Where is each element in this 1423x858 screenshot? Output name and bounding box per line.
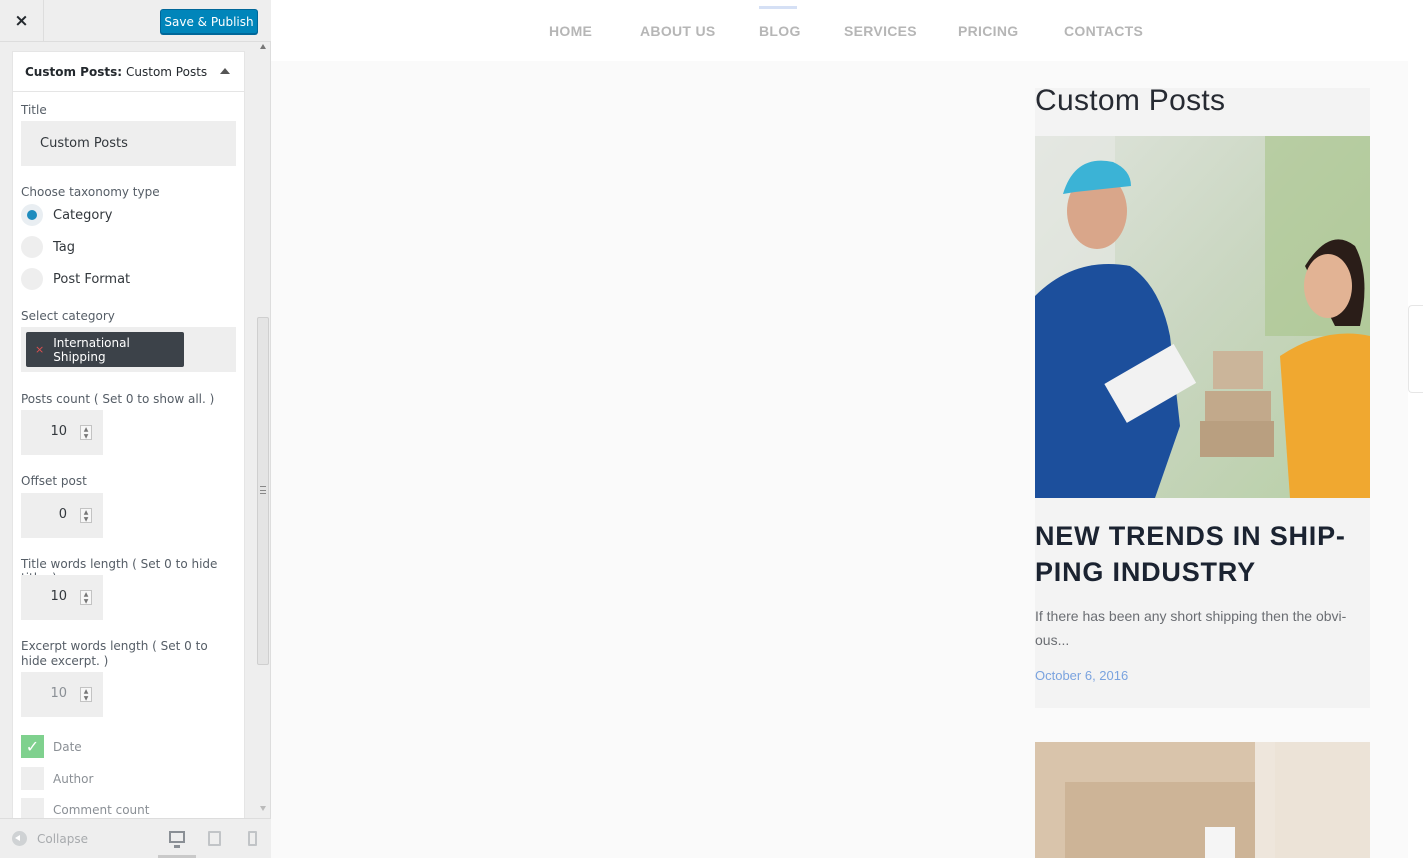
second-post-image[interactable]: [1035, 742, 1370, 858]
post-title-line[interactable]: NEW TRENDS IN SHIP-: [1035, 518, 1370, 554]
offset-value: 0: [58, 507, 67, 522]
checkbox-date-label: Date: [53, 739, 82, 754]
taxonomy-label: Choose taxonomy type: [21, 185, 160, 199]
radio-tag[interactable]: Tag: [21, 236, 75, 258]
scrollbar-thumb[interactable]: [257, 317, 269, 665]
post-title-line[interactable]: PING INDUSTRY: [1035, 554, 1370, 590]
collapse-arrow-icon[interactable]: [220, 68, 230, 74]
radio-category[interactable]: Category: [21, 204, 112, 226]
nav-blog[interactable]: BLOG: [759, 23, 801, 39]
scroll-up-icon[interactable]: [260, 44, 266, 49]
radio-post-format[interactable]: Post Format: [21, 268, 130, 290]
category-select[interactable]: × International Shipping: [21, 327, 236, 372]
excerpt-words-label: Excerpt words length ( Set 0 to hide exc…: [21, 639, 208, 668]
posts-count-value: 10: [50, 424, 67, 439]
checkbox-author-label: Author: [53, 771, 94, 786]
category-chip-label: International Shipping: [53, 335, 130, 364]
customizer-sidebar: × Save & Publish Custom Posts: Custom Po…: [0, 0, 271, 858]
desktop-preview-icon[interactable]: [169, 831, 185, 848]
collapse-icon: [12, 831, 27, 846]
resize-handle[interactable]: [1408, 305, 1423, 393]
offset-stepper[interactable]: 0 ▲ ▼: [21, 493, 103, 538]
radio-icon[interactable]: [21, 268, 43, 290]
offset-label: Offset post: [21, 474, 87, 488]
save-publish-button[interactable]: Save & Publish: [160, 9, 258, 34]
mobile-preview-icon[interactable]: [248, 831, 257, 846]
checkbox-comment-count-label: Comment count: [53, 802, 150, 817]
close-icon[interactable]: ×: [0, 0, 44, 42]
post-excerpt-line: If there has been any short shipping the…: [1035, 608, 1347, 624]
nav-services[interactable]: SERVICES: [844, 23, 917, 39]
title-input[interactable]: Custom Posts: [21, 121, 236, 166]
scroll-down-icon[interactable]: [260, 806, 266, 811]
nav-about-us[interactable]: ABOUT US: [640, 23, 716, 39]
site-preview: HOME ABOUT US BLOG SERVICES PRICING CONT…: [271, 0, 1423, 858]
remove-icon[interactable]: ×: [35, 343, 44, 356]
radio-category-label: Category: [53, 207, 113, 223]
title-label: Title: [21, 103, 47, 117]
widget-panel: Custom Posts: Custom Posts Title Custom …: [12, 51, 245, 821]
widget-type-label: Custom Posts:: [25, 64, 123, 79]
post-excerpt: If there has been any short shipping the…: [1035, 604, 1370, 652]
post-image[interactable]: [1035, 136, 1370, 498]
post-title[interactable]: NEW TRENDS IN SHIP- PING INDUSTRY: [1035, 518, 1370, 590]
post-date-link[interactable]: October 6, 2016: [1035, 668, 1128, 683]
customizer-header: × Save & Publish: [0, 0, 271, 42]
tablet-preview-icon[interactable]: [208, 831, 221, 846]
spinner-icon[interactable]: ▲ ▼: [80, 425, 92, 440]
checkmark-icon[interactable]: ✓: [21, 735, 44, 758]
category-chip: × International Shipping: [26, 332, 184, 367]
site-header: HOME ABOUT US BLOG SERVICES PRICING CONT…: [271, 0, 1408, 61]
category-label: Select category: [21, 309, 115, 323]
title-words-value: 10: [50, 589, 67, 604]
checkbox-date[interactable]: ✓ Date: [21, 735, 82, 758]
radio-post-format-label: Post Format: [53, 271, 131, 287]
customizer-footer: Collapse: [0, 818, 271, 858]
radio-tag-label: Tag: [53, 239, 76, 255]
checkbox-icon[interactable]: [21, 767, 44, 790]
sidebar-scrollbar[interactable]: [256, 42, 270, 815]
nav-home[interactable]: HOME: [549, 23, 592, 39]
spinner-icon[interactable]: ▲ ▼: [80, 687, 92, 702]
spinner-icon[interactable]: ▲ ▼: [80, 508, 92, 523]
grip-icon: [260, 486, 266, 494]
widget-name: Custom Posts: [126, 64, 208, 79]
nav-active-indicator: [759, 6, 797, 9]
nav-pricing[interactable]: PRICING: [958, 23, 1018, 39]
collapse-label: Collapse: [37, 831, 88, 846]
widget-title: Custom Posts: [1035, 84, 1226, 117]
excerpt-words-value: 10: [50, 686, 67, 701]
radio-icon[interactable]: [21, 236, 43, 258]
excerpt-words-stepper[interactable]: 10 ▲ ▼: [21, 672, 103, 717]
posts-count-label: Posts count ( Set 0 to show all. ): [21, 392, 215, 406]
title-words-stepper[interactable]: 10 ▲ ▼: [21, 575, 103, 620]
preview-edge: [1408, 0, 1423, 858]
post-excerpt-line: ous...: [1035, 632, 1070, 648]
nav-contacts[interactable]: CONTACTS: [1064, 23, 1143, 39]
collapse-button[interactable]: Collapse: [12, 831, 88, 846]
radio-selected-icon[interactable]: [21, 204, 43, 226]
checkbox-author[interactable]: Author: [21, 767, 93, 790]
widget-header[interactable]: Custom Posts: Custom Posts: [13, 52, 244, 92]
spinner-icon[interactable]: ▲ ▼: [80, 590, 92, 605]
posts-count-stepper[interactable]: 10 ▲ ▼: [21, 410, 103, 455]
